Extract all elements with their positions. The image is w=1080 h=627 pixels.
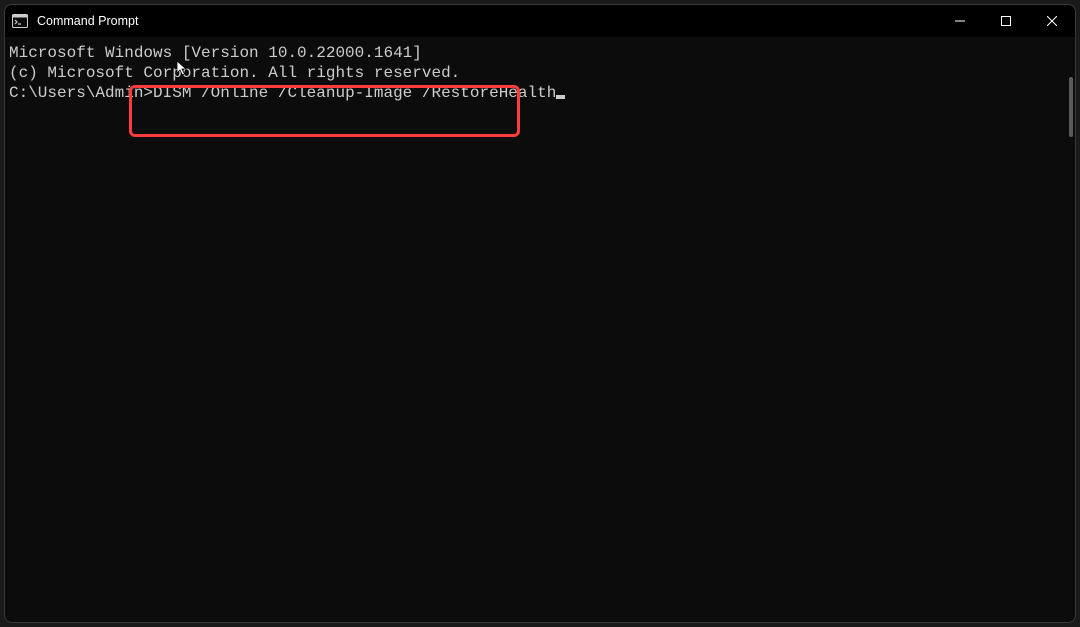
version-line: Microsoft Windows [Version 10.0.22000.16…: [9, 43, 1073, 63]
minimize-button[interactable]: [937, 5, 983, 37]
minimize-icon: [955, 16, 965, 26]
maximize-button[interactable]: [983, 5, 1029, 37]
scrollbar-thumb[interactable]: [1069, 77, 1073, 137]
command-prompt-window: Command Prompt Microsoft Windows [Versi: [4, 4, 1076, 623]
text-cursor: [556, 95, 565, 99]
prompt-text: C:\Users\Admin>: [9, 84, 153, 102]
terminal-area[interactable]: Microsoft Windows [Version 10.0.22000.16…: [5, 37, 1075, 622]
window-title: Command Prompt: [37, 14, 937, 28]
close-icon: [1047, 16, 1057, 26]
close-button[interactable]: [1029, 5, 1075, 37]
cmd-icon: [11, 12, 29, 30]
prompt-row: C:\Users\Admin>DISM /Online /Cleanup-Ima…: [9, 83, 1073, 103]
copyright-line: (c) Microsoft Corporation. All rights re…: [9, 63, 1073, 83]
window-controls: [937, 5, 1075, 37]
titlebar[interactable]: Command Prompt: [5, 5, 1075, 37]
maximize-icon: [1001, 16, 1011, 26]
command-text: DISM /Online /Cleanup-Image /RestoreHeal…: [153, 84, 556, 102]
